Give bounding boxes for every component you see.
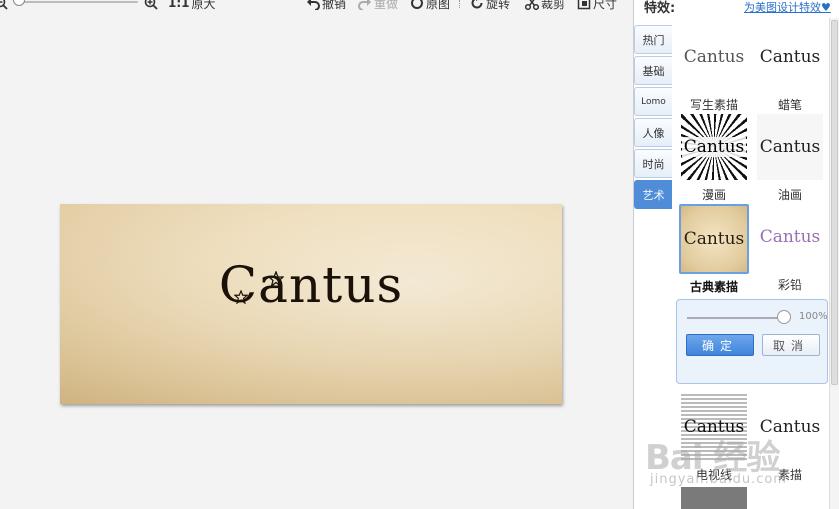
resize-icon <box>577 0 591 10</box>
undo-button[interactable]: 撤销 <box>306 0 346 11</box>
next-effect-thumbnail[interactable] <box>681 487 747 509</box>
effect-thumbnail: Cantus <box>757 394 823 460</box>
tab-lomo[interactable]: Lomo <box>634 87 672 116</box>
effect-thumbnail: Cantus <box>757 114 823 180</box>
cancel-button[interactable]: 取消 <box>762 334 820 356</box>
effects-panel: 特效: 为美图设计特效♥ 热门 基础 Lomo 人像 时尚 艺术 Cantus … <box>633 0 839 509</box>
tab-basic[interactable]: 基础 <box>634 56 672 85</box>
zoom-in-icon[interactable] <box>144 0 158 11</box>
rotate-icon <box>471 0 483 9</box>
star-icon <box>234 290 248 304</box>
effect-oil-painting[interactable]: Cantus 油画 <box>752 114 828 203</box>
category-tabs: 热门 基础 Lomo 人像 时尚 艺术 <box>634 25 674 211</box>
effect-thumbnail: Cantus <box>681 24 747 90</box>
effect-label: 油画 <box>777 188 802 202</box>
rotate-button[interactable]: 旋转 <box>470 0 510 11</box>
effects-grid: Cantus 写生素描 Cantus 蜡笔 Cantus 漫画 Cantus 油… <box>676 18 828 509</box>
effect-classic-sketch[interactable]: Cantus 古典素描 <box>676 204 752 295</box>
star-icon <box>268 271 284 287</box>
tab-portrait[interactable]: 人像 <box>634 118 672 147</box>
effect-comic[interactable]: Cantus 漫画 <box>676 114 752 203</box>
effect-thumbnail: Cantus <box>757 204 823 270</box>
resize-label: 尺寸 <box>593 0 618 11</box>
zoom-out-icon[interactable] <box>0 0 8 11</box>
intensity-popup: 100% 确定 取消 <box>676 299 828 384</box>
undo-icon <box>307 0 320 10</box>
effect-crayon[interactable]: Cantus 蜡笔 <box>752 24 828 113</box>
intensity-slider-thumb[interactable] <box>777 310 791 324</box>
effect-thumbnail: Cantus <box>681 394 747 460</box>
resize-button[interactable]: 尺寸 <box>577 0 617 11</box>
original-size-icon: 1:1 <box>168 0 190 10</box>
tab-hot[interactable]: 热门 <box>634 25 672 54</box>
effect-thumbnail: Cantus <box>679 204 749 274</box>
original-size-button[interactable]: 1:1 原大 <box>168 0 216 11</box>
effect-pencil-sketch[interactable]: Cantus 素描 <box>752 394 828 483</box>
scrollbar-thumb[interactable] <box>831 20 838 385</box>
effect-sketch[interactable]: Cantus 写生素描 <box>676 24 752 113</box>
original-image-button[interactable]: 原图 <box>410 0 450 11</box>
zoom-slider-thumb[interactable] <box>13 0 25 6</box>
effect-label: 素描 <box>777 468 802 482</box>
confirm-button[interactable]: 确定 <box>686 334 754 356</box>
design-effect-link[interactable]: 为美图设计特效♥ <box>744 0 831 15</box>
zoom-slider-track[interactable] <box>18 1 138 3</box>
effect-label: 电视线 <box>695 468 732 482</box>
original-image-icon <box>411 0 423 9</box>
rotate-label: 旋转 <box>486 0 511 11</box>
effect-label: 古典素描 <box>689 280 738 294</box>
original-image-label: 原图 <box>426 0 451 11</box>
effect-label: 写生素描 <box>689 98 738 112</box>
toolbar-divider <box>459 0 461 8</box>
redo-icon <box>358 0 371 10</box>
redo-button[interactable]: 重做 <box>358 0 398 11</box>
crop-button[interactable]: 裁剪 <box>525 0 565 11</box>
redo-label: 重做 <box>374 0 399 11</box>
canvas-area: 1:1 原大 撤销 重做 原图 旋转 裁剪 尺寸 Cantus <box>0 0 633 509</box>
toolbar: 1:1 原大 撤销 重做 原图 旋转 裁剪 尺寸 <box>0 0 633 14</box>
effect-tv-lines[interactable]: Cantus 电视线 <box>676 394 752 483</box>
edited-photo: Cantus <box>60 204 562 404</box>
effect-label: 彩铅 <box>777 278 802 292</box>
undo-label: 撤销 <box>322 0 347 11</box>
original-size-label: 原大 <box>191 0 216 11</box>
effect-thumbnail: Cantus <box>757 24 823 90</box>
effects-scrollbar[interactable] <box>829 18 839 509</box>
effect-color-pencil[interactable]: Cantus 彩铅 <box>752 204 828 293</box>
effect-label: 蜡笔 <box>777 98 802 112</box>
panel-title: 特效: <box>644 1 676 16</box>
effect-thumbnail: Cantus <box>681 114 747 180</box>
crop-label: 裁剪 <box>541 0 566 11</box>
intensity-value: 100% <box>799 311 828 322</box>
tab-fashion[interactable]: 时尚 <box>634 149 672 178</box>
intensity-slider-track[interactable] <box>687 317 783 319</box>
photo-text: Cantus <box>218 256 404 314</box>
tab-art[interactable]: 艺术 <box>634 180 672 209</box>
effect-label: 漫画 <box>701 188 726 202</box>
scissors-icon <box>525 0 539 10</box>
